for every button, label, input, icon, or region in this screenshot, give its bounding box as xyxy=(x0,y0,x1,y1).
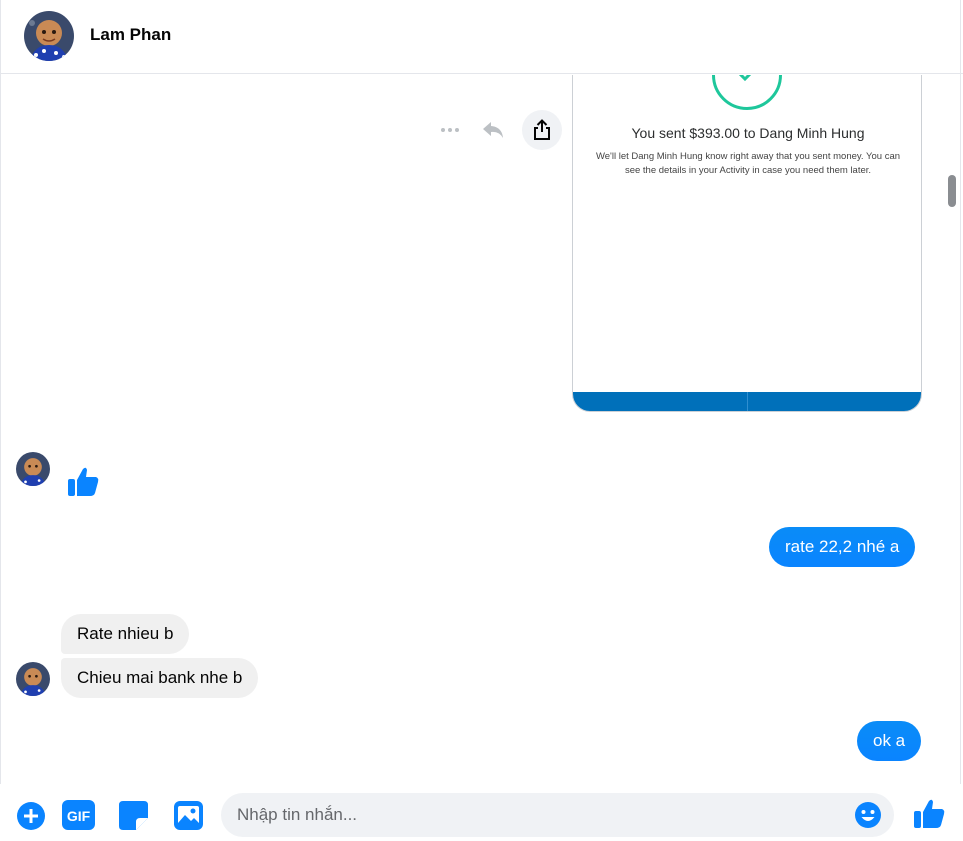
contact-avatar-small[interactable] xyxy=(16,452,50,486)
more-horizontal-icon[interactable] xyxy=(438,120,462,140)
contact-avatar[interactable] xyxy=(24,11,74,61)
incoming-message-bubble[interactable]: Chieu mai bank nhe b xyxy=(61,658,259,698)
thumbs-up-icon[interactable] xyxy=(912,796,946,830)
receipt-description: We'll let Dang Minh Hung know right away… xyxy=(595,151,901,176)
receipt-title: You sent $393.00 to Dang Minh Hung xyxy=(631,125,865,141)
scrollbar-thumb[interactable] xyxy=(948,175,956,207)
share-icon xyxy=(534,119,550,140)
payment-receipt-image[interactable]: You sent $393.00 to Dang Minh Hung We'll… xyxy=(572,75,922,412)
receipt-footer-divider xyxy=(747,392,748,411)
share-button[interactable] xyxy=(522,110,562,150)
image-icon[interactable] xyxy=(174,801,203,830)
gif-label: GIF xyxy=(67,808,91,824)
conversation-header: Lam Phan xyxy=(0,0,963,74)
left-border xyxy=(0,0,1,841)
reply-icon[interactable] xyxy=(481,118,505,142)
message-composer: GIF xyxy=(0,784,963,841)
check-circle-icon xyxy=(712,75,782,110)
message-input[interactable] xyxy=(237,793,847,837)
receipt-footer-bar xyxy=(573,392,921,411)
message-input-wrapper xyxy=(221,793,894,837)
contact-name[interactable]: Lam Phan xyxy=(90,25,171,45)
outgoing-message-bubble[interactable]: rate 22,2 nhé a xyxy=(769,527,916,567)
outgoing-message-bubble[interactable]: ok a xyxy=(857,721,922,761)
contact-avatar-small[interactable] xyxy=(16,662,50,696)
plus-circle-icon[interactable] xyxy=(16,801,46,831)
incoming-message-bubble[interactable]: Rate nhieu b xyxy=(61,614,190,654)
right-border xyxy=(960,0,961,841)
gif-icon[interactable]: GIF xyxy=(62,800,95,830)
thumbs-up-icon xyxy=(66,464,100,498)
emoji-icon[interactable] xyxy=(854,801,882,829)
sticker-icon[interactable] xyxy=(119,801,148,830)
